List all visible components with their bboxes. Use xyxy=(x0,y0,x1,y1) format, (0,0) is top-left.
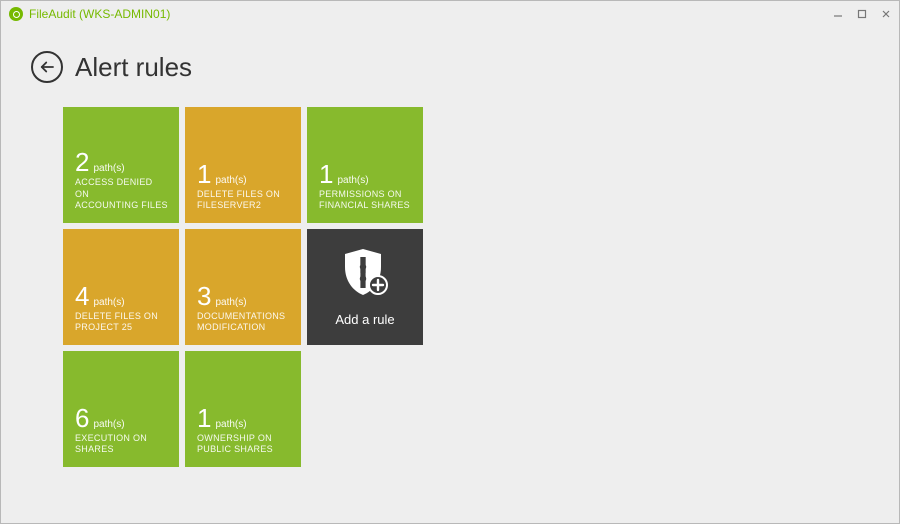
tile-count: 3 xyxy=(197,283,211,309)
window-controls xyxy=(831,7,893,21)
tile-count: 1 xyxy=(197,405,211,431)
tile-paths-label: path(s) xyxy=(93,297,124,308)
alert-rule-tile[interactable]: 2 path(s) ACCESS DENIED ON ACCOUNTING FI… xyxy=(63,107,179,223)
alert-rule-tile[interactable]: 1 path(s) DELETE FILES ON FILESERVER2 xyxy=(185,107,301,223)
tiles-grid: 2 path(s) ACCESS DENIED ON ACCOUNTING FI… xyxy=(1,83,899,467)
tile-label: PERMISSIONS ON FINANCIAL SHARES xyxy=(319,189,413,212)
add-rule-tile[interactable]: Add a rule xyxy=(307,229,423,345)
close-button[interactable] xyxy=(879,7,893,21)
shield-alert-plus-icon xyxy=(341,247,389,304)
titlebar-left: FileAudit (WKS-ADMIN01) xyxy=(9,7,170,21)
tile-paths-label: path(s) xyxy=(93,163,124,174)
tile-count-row: 1 path(s) xyxy=(197,405,291,431)
add-rule-label: Add a rule xyxy=(335,312,394,327)
tile-count-row: 3 path(s) xyxy=(197,283,291,309)
tile-paths-label: path(s) xyxy=(215,297,246,308)
tile-paths-label: path(s) xyxy=(215,419,246,430)
page-title: Alert rules xyxy=(75,52,192,83)
app-window: FileAudit (WKS-ADMIN01) Alert rules xyxy=(0,0,900,524)
tile-count: 1 xyxy=(319,161,333,187)
tile-paths-label: path(s) xyxy=(93,419,124,430)
page-header: Alert rules xyxy=(1,27,899,83)
tile-label: OWNERSHIP ON PUBLIC SHARES xyxy=(197,433,291,456)
tile-paths-label: path(s) xyxy=(337,175,368,186)
tile-count: 1 xyxy=(197,161,211,187)
tile-count-row: 2 path(s) xyxy=(75,149,169,175)
tile-count: 2 xyxy=(75,149,89,175)
tile-count: 4 xyxy=(75,283,89,309)
tile-count-row: 1 path(s) xyxy=(197,161,291,187)
tile-count: 6 xyxy=(75,405,89,431)
tile-count-row: 4 path(s) xyxy=(75,283,169,309)
tile-paths-label: path(s) xyxy=(215,175,246,186)
back-button[interactable] xyxy=(31,51,63,83)
tile-label: EXECUTION ON SHARES xyxy=(75,433,169,456)
alert-rule-tile[interactable]: 4 path(s) DELETE FILES ON PROJECT 25 xyxy=(63,229,179,345)
alert-rule-tile[interactable]: 6 path(s) EXECUTION ON SHARES xyxy=(63,351,179,467)
alert-rule-tile[interactable]: 3 path(s) DOCUMENTATIONS MODIFICATION xyxy=(185,229,301,345)
tile-label: DELETE FILES ON PROJECT 25 xyxy=(75,311,169,334)
tile-count-row: 1 path(s) xyxy=(319,161,413,187)
tile-label: DOCUMENTATIONS MODIFICATION xyxy=(197,311,291,334)
tile-label: ACCESS DENIED ON ACCOUNTING FILES xyxy=(75,177,169,211)
app-title: FileAudit (WKS-ADMIN01) xyxy=(29,7,170,21)
alert-rule-tile[interactable]: 1 path(s) PERMISSIONS ON FINANCIAL SHARE… xyxy=(307,107,423,223)
tile-label: DELETE FILES ON FILESERVER2 xyxy=(197,189,291,212)
maximize-button[interactable] xyxy=(855,7,869,21)
tile-count-row: 6 path(s) xyxy=(75,405,169,431)
minimize-button[interactable] xyxy=(831,7,845,21)
titlebar: FileAudit (WKS-ADMIN01) xyxy=(1,1,899,27)
app-logo-icon xyxy=(9,7,23,21)
alert-rule-tile[interactable]: 1 path(s) OWNERSHIP ON PUBLIC SHARES xyxy=(185,351,301,467)
